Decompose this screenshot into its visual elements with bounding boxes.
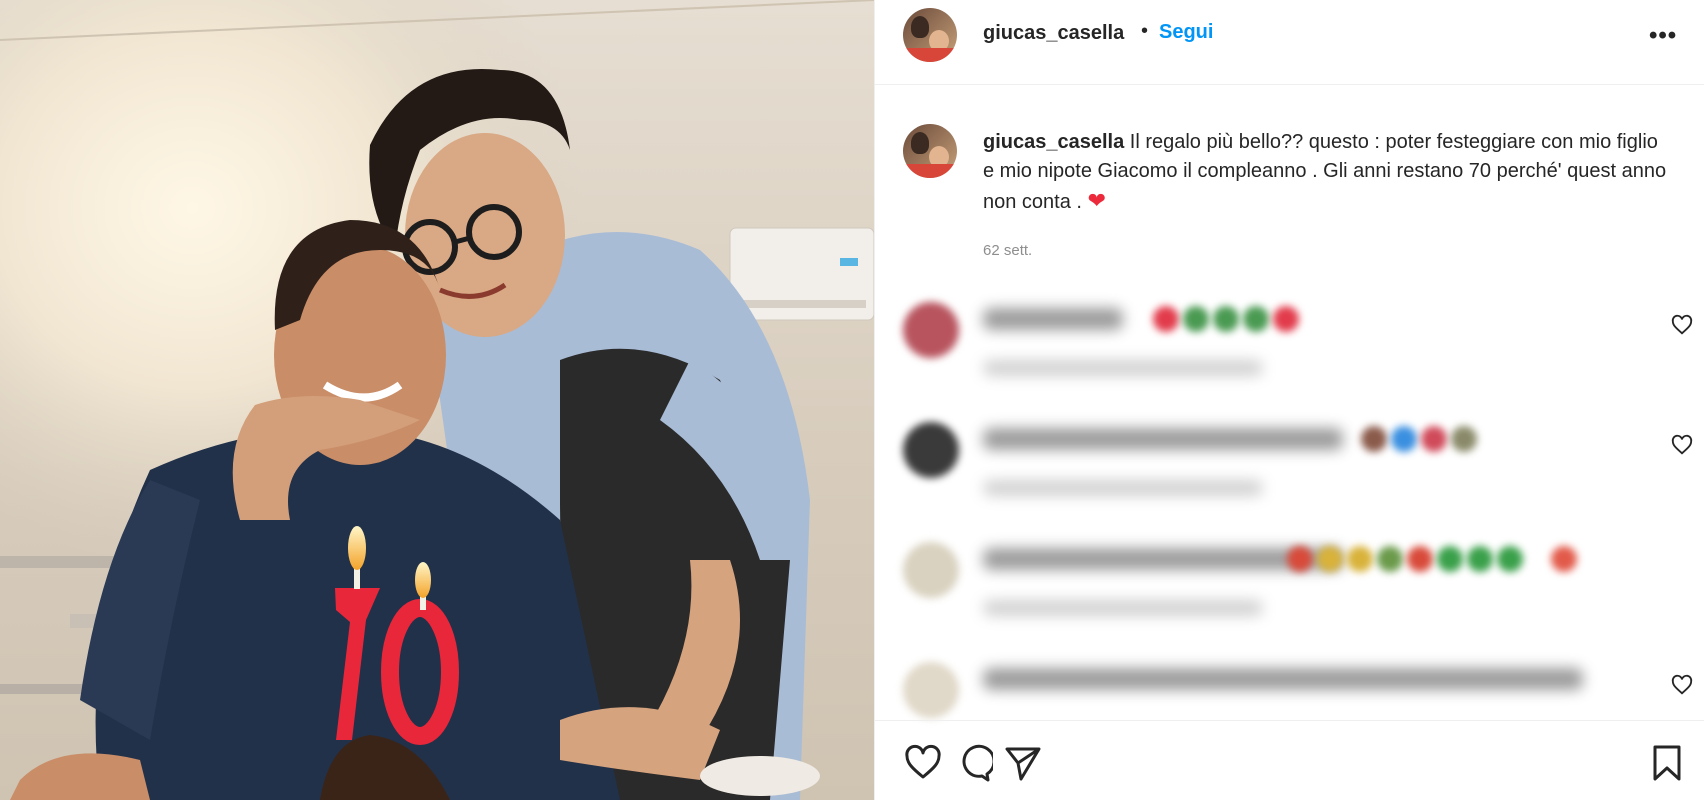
post-timestamp[interactable]: 62 sett. <box>983 242 1032 259</box>
comment-text-blurred <box>983 668 1583 690</box>
author-avatar[interactable] <box>903 8 957 62</box>
post-header: giucas_casella • Segui ••• <box>875 0 1704 85</box>
red-heart-emoji: ❤ <box>1087 188 1106 213</box>
follow-button[interactable]: Segui <box>1159 21 1213 44</box>
comment-meta-blurred <box>983 360 1263 376</box>
comment-avatar[interactable] <box>903 662 959 718</box>
comment-like-heart-icon[interactable] <box>1671 314 1693 336</box>
photo-illustration <box>0 0 874 800</box>
comment-like-heart-icon[interactable] <box>1671 674 1693 696</box>
comment-item <box>903 410 1693 500</box>
header-separator: • <box>1141 20 1149 42</box>
caption-text-block: giucas_casella Il regalo più bello?? que… <box>983 128 1673 217</box>
comment-text-blurred <box>983 308 1123 330</box>
post-actions-bar <box>875 720 1704 800</box>
post-side-panel: giucas_casella • Segui ••• giucas_casell… <box>874 0 1704 800</box>
caption-username[interactable]: giucas_casella <box>983 131 1124 153</box>
comment-item <box>903 530 1693 620</box>
comment-like-heart-icon[interactable] <box>1671 434 1693 456</box>
post-photo <box>0 0 874 800</box>
comment-avatar[interactable] <box>903 302 959 358</box>
heart-outline-icon[interactable] <box>903 743 943 783</box>
comment-meta-blurred <box>983 480 1263 496</box>
more-options-icon[interactable]: ••• <box>1649 22 1677 50</box>
comment-avatar[interactable] <box>903 422 959 478</box>
paper-plane-icon[interactable] <box>1003 743 1043 783</box>
bookmark-icon[interactable] <box>1647 743 1687 783</box>
comment-bubble-icon[interactable] <box>953 743 993 783</box>
comment-text-blurred <box>983 428 1343 450</box>
comments-list <box>875 290 1704 720</box>
caption-avatar[interactable] <box>903 124 957 178</box>
comment-item <box>903 290 1693 380</box>
author-username[interactable]: giucas_casella <box>983 22 1124 45</box>
comment-meta-blurred <box>983 600 1263 616</box>
comment-avatar[interactable] <box>903 542 959 598</box>
